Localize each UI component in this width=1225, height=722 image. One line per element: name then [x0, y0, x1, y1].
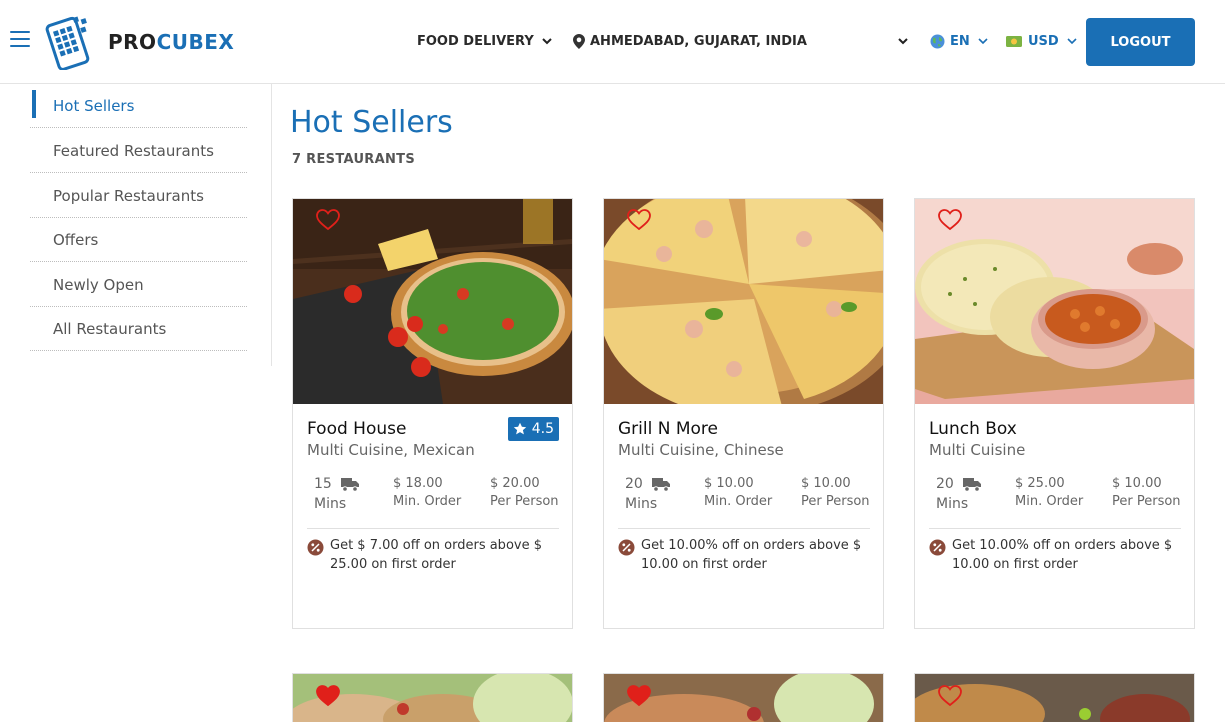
per-person-value: $ 10.00: [1112, 476, 1162, 491]
favorite-heart-icon[interactable]: [315, 208, 341, 232]
menu-icon[interactable]: [10, 31, 30, 49]
delivery-time-unit: Mins: [314, 496, 347, 512]
rating-value: 4.5: [531, 421, 554, 437]
money-icon: [1006, 35, 1022, 47]
per-person-cost: $ 20.00 Per Person: [490, 476, 559, 509]
per-person-cost: $ 10.00 Per Person: [801, 476, 870, 509]
top-header: PROCUBEX FOOD DELIVERY AHMEDABAD, GUJARA…: [0, 0, 1225, 84]
location-pin-icon: [573, 33, 585, 49]
min-order-label: Min. Order: [393, 494, 462, 509]
star-icon: [513, 422, 526, 435]
sidebar-item-featured-restaurants[interactable]: Featured Restaurants: [30, 129, 247, 173]
min-order: $ 10.00 Min. Order: [704, 476, 772, 509]
min-order-value: $ 18.00: [393, 476, 443, 491]
service-label: FOOD DELIVERY: [417, 33, 534, 49]
chevron-down-icon: [1067, 38, 1077, 45]
sidebar-item-offers[interactable]: Offers: [30, 218, 247, 262]
favorite-heart-icon[interactable]: [937, 208, 963, 232]
offer-text: Get 10.00% off on orders above $ 10.00 o…: [952, 538, 1173, 572]
discount-icon: [929, 539, 946, 556]
restaurant-card[interactable]: Grill N More Multi Cuisine, Chinese 20 M…: [603, 198, 884, 629]
location-selector[interactable]: AHMEDABAD, GUJARAT, INDIA: [573, 30, 807, 52]
sidebar-item-newly-open[interactable]: Newly Open: [30, 263, 247, 307]
delivery-time-unit: Mins: [625, 496, 658, 512]
category-sidebar: Hot Sellers Featured Restaurants Popular…: [0, 84, 272, 366]
sidebar-item-hot-sellers[interactable]: Hot Sellers: [30, 84, 247, 128]
service-dropdown[interactable]: FOOD DELIVERY: [417, 30, 552, 52]
brand-logo[interactable]: PROCUBEX: [44, 14, 254, 70]
sidebar-item-all-restaurants[interactable]: All Restaurants: [30, 307, 247, 351]
delivery-time: 20 Mins: [936, 476, 982, 512]
favorite-heart-icon[interactable]: [626, 208, 652, 232]
restaurant-name: Food House: [307, 419, 407, 439]
restaurant-count: 7 RESTAURANTS: [292, 152, 415, 167]
chevron-down-icon: [542, 38, 552, 45]
delivery-time: 20 Mins: [625, 476, 671, 512]
favorite-heart-icon[interactable]: [937, 684, 963, 708]
restaurant-name: Grill N More: [618, 419, 718, 439]
per-person-value: $ 20.00: [490, 476, 540, 491]
min-order-value: $ 10.00: [704, 476, 754, 491]
card-divider: [618, 528, 870, 529]
discount-icon: [307, 539, 324, 556]
language-selector[interactable]: EN: [930, 30, 988, 52]
min-order-value: $ 25.00: [1015, 476, 1065, 491]
delivery-truck-icon: [963, 478, 982, 492]
logout-button[interactable]: LOGOUT: [1086, 18, 1195, 66]
card-divider: [307, 528, 559, 529]
logo-icon: [45, 16, 90, 70]
restaurant-cuisine: Multi Cuisine, Chinese: [618, 441, 784, 459]
currency-label: USD: [1028, 33, 1059, 49]
min-order-label: Min. Order: [704, 494, 773, 509]
sidebar-item-popular-restaurants[interactable]: Popular Restaurants: [30, 174, 247, 218]
restaurant-card[interactable]: [292, 673, 573, 722]
language-label: EN: [950, 33, 970, 49]
restaurant-card[interactable]: Food House 4.5 Multi Cuisine, Mexican 15…: [292, 198, 573, 629]
min-order-label: Min. Order: [1015, 494, 1084, 509]
favorite-heart-icon[interactable]: [315, 684, 341, 708]
offer-text: Get 10.00% off on orders above $ 10.00 o…: [641, 538, 862, 572]
location-dropdown-toggle[interactable]: [898, 30, 908, 52]
min-order: $ 18.00 Min. Order: [393, 476, 461, 509]
delivery-time-value: 15: [314, 476, 332, 492]
per-person-label: Per Person: [801, 494, 870, 509]
per-person-label: Per Person: [490, 494, 559, 509]
page-title: Hot Sellers: [290, 105, 453, 140]
card-divider: [929, 528, 1181, 529]
discount-icon: [618, 539, 635, 556]
restaurant-cuisine: Multi Cuisine: [929, 441, 1026, 459]
location-label: AHMEDABAD, GUJARAT, INDIA: [590, 33, 807, 49]
delivery-time: 15 Mins: [314, 476, 360, 512]
per-person-value: $ 10.00: [801, 476, 851, 491]
restaurant-card[interactable]: [603, 673, 884, 722]
currency-selector[interactable]: USD: [1006, 30, 1077, 52]
globe-icon: [930, 34, 945, 48]
per-person-cost: $ 10.00 Per Person: [1112, 476, 1181, 509]
delivery-truck-icon: [341, 478, 360, 492]
favorite-heart-icon[interactable]: [626, 684, 652, 708]
delivery-truck-icon: [652, 478, 671, 492]
offer-text: Get $ 7.00 off on orders above $ 25.00 o…: [330, 538, 542, 572]
per-person-label: Per Person: [1112, 494, 1181, 509]
restaurant-card[interactable]: Lunch Box Multi Cuisine 20 Mins $ 25.00 …: [914, 198, 1195, 629]
chevron-down-icon: [978, 38, 988, 45]
restaurant-cuisine: Multi Cuisine, Mexican: [307, 441, 475, 459]
delivery-time-value: 20: [625, 476, 643, 492]
restaurant-card[interactable]: [914, 673, 1195, 722]
restaurant-name: Lunch Box: [929, 419, 1017, 439]
rating-badge: 4.5: [507, 417, 559, 441]
min-order: $ 25.00 Min. Order: [1015, 476, 1083, 509]
chevron-down-icon: [898, 38, 908, 45]
delivery-time-unit: Mins: [936, 496, 969, 512]
delivery-time-value: 20: [936, 476, 954, 492]
brand-name: PROCUBEX: [108, 30, 235, 54]
